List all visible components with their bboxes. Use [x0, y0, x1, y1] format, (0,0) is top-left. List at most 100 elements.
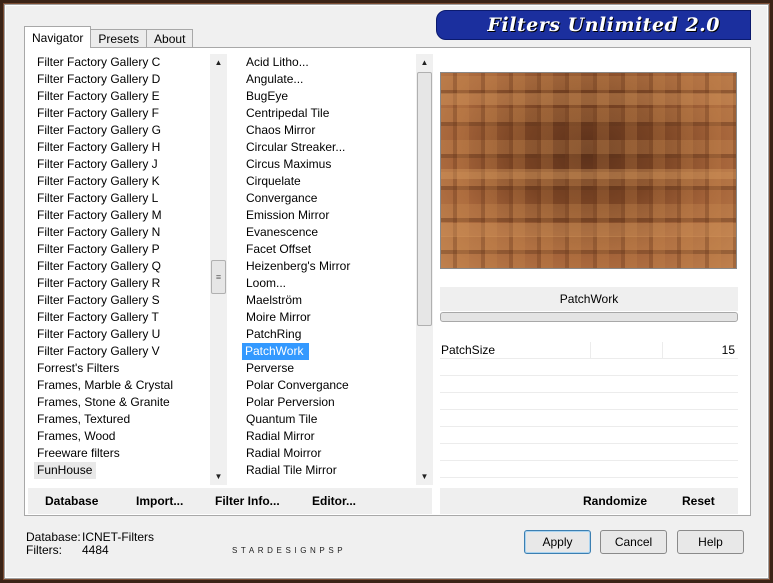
- cancel-button[interactable]: Cancel: [600, 530, 667, 554]
- list-item-label: Circular Streaker...: [246, 140, 346, 154]
- list-item-label: Circus Maximus: [246, 157, 332, 171]
- param-row-empty: [440, 359, 738, 376]
- list-item[interactable]: Filter Factory Gallery L: [25, 190, 210, 207]
- database-button[interactable]: Database: [45, 494, 98, 508]
- list-item[interactable]: Moire Mirror: [234, 309, 414, 326]
- list-item[interactable]: Circus Maximus: [234, 156, 414, 173]
- list-item[interactable]: Acid Litho...: [234, 54, 414, 71]
- list-item[interactable]: PatchRing: [234, 326, 414, 343]
- list-item[interactable]: PatchWork: [234, 343, 414, 360]
- list-item[interactable]: Filter Factory Gallery N: [25, 224, 210, 241]
- category-list[interactable]: Filter Factory Gallery C Filter Factory G…: [25, 54, 210, 485]
- list-item[interactable]: Forrest's Filters: [25, 360, 210, 377]
- list-item[interactable]: Polar Convergance: [234, 377, 414, 394]
- list-item-label: Evanescence: [246, 225, 319, 239]
- scroll-thumb[interactable]: [417, 72, 432, 326]
- list-item[interactable]: Maelström: [234, 292, 414, 309]
- scroll-up-arrow-icon[interactable]: ▲: [416, 54, 433, 71]
- list-item[interactable]: Evanescence: [234, 224, 414, 241]
- list-item[interactable]: Filter Factory Gallery G: [25, 122, 210, 139]
- list-item[interactable]: Freeware filters: [25, 445, 210, 462]
- scroll-down-arrow-icon[interactable]: ▼: [210, 468, 227, 485]
- watermark-text: STARDESIGNPSP: [232, 546, 347, 555]
- list-item[interactable]: Filter Factory Gallery V: [25, 343, 210, 360]
- app-title: Filters Unlimited 2.0: [487, 14, 720, 36]
- list-item-label: Loom...: [246, 276, 287, 290]
- list-item[interactable]: BugEye: [234, 88, 414, 105]
- list-item-label: Polar Perversion: [246, 395, 335, 409]
- status-label: Database:: [26, 530, 81, 544]
- list-item[interactable]: Filter Factory Gallery K: [25, 173, 210, 190]
- list-item[interactable]: Perverse: [234, 360, 414, 377]
- status-label: Filters:: [26, 543, 62, 557]
- list-item[interactable]: Filter Factory Gallery T: [25, 309, 210, 326]
- list-item[interactable]: Cirquelate: [234, 173, 414, 190]
- list-item[interactable]: Chaos Mirror: [234, 122, 414, 139]
- filter-list[interactable]: Acid Litho... Angulate... BugEye Centripeda…: [234, 54, 414, 485]
- list-item-label: Maelström: [246, 293, 303, 307]
- list-item[interactable]: Centripedal Tile: [234, 105, 414, 122]
- list-item[interactable]: Frames, Marble & Crystal: [25, 377, 210, 394]
- list-item-label: Frames, Wood: [37, 429, 116, 443]
- scroll-down-arrow-icon[interactable]: ▼: [416, 468, 433, 485]
- list-item[interactable]: Filter Factory Gallery Q: [25, 258, 210, 275]
- list-item[interactable]: FunHouse: [25, 462, 210, 479]
- list-item[interactable]: Radial Tile Mirror: [234, 462, 414, 479]
- list-item[interactable]: Facet Offset: [234, 241, 414, 258]
- list-item[interactable]: Filter Factory Gallery J: [25, 156, 210, 173]
- list-item[interactable]: Convergance: [234, 190, 414, 207]
- list-item[interactable]: Filter Factory Gallery C: [25, 54, 210, 71]
- list-item[interactable]: Filter Factory Gallery D: [25, 71, 210, 88]
- list-item[interactable]: Emission Mirror: [234, 207, 414, 224]
- tab-label: Navigator: [32, 30, 84, 45]
- list-item[interactable]: Filter Factory Gallery S: [25, 292, 210, 309]
- list-item[interactable]: Filter Factory Gallery R: [25, 275, 210, 292]
- list-item[interactable]: Frames, Textured: [25, 411, 210, 428]
- editor-button[interactable]: Editor...: [312, 494, 356, 508]
- reset-button[interactable]: Reset: [682, 494, 715, 508]
- list-item-label: Filter Factory Gallery F: [37, 106, 160, 120]
- import-button[interactable]: Import...: [136, 494, 183, 508]
- help-button[interactable]: Help: [677, 530, 744, 554]
- param-row[interactable]: PatchSize 15: [440, 342, 738, 359]
- list-item[interactable]: Quantum Tile: [234, 411, 414, 428]
- status-database: Database:ICNET-Filters: [26, 530, 154, 544]
- list-item[interactable]: Angulate...: [234, 71, 414, 88]
- tab-navigator[interactable]: Navigator: [24, 26, 92, 48]
- scroll-thumb[interactable]: ≡: [211, 260, 226, 294]
- list-item[interactable]: Circular Streaker...: [234, 139, 414, 156]
- category-scrollbar[interactable]: ▲ ≡ ▼: [210, 54, 227, 485]
- status-value: 4484: [82, 543, 109, 557]
- tab-presets[interactable]: Presets: [90, 29, 148, 48]
- list-item[interactable]: Loom...: [234, 275, 414, 292]
- filter-scrollbar[interactable]: ▲ ▼: [416, 54, 433, 485]
- status-value: ICNET-Filters: [82, 530, 154, 544]
- list-item-label: Filter Factory Gallery K: [37, 174, 160, 188]
- list-item[interactable]: Filter Factory Gallery E: [25, 88, 210, 105]
- apply-button[interactable]: Apply: [524, 530, 591, 554]
- list-item[interactable]: Frames, Stone & Granite: [25, 394, 210, 411]
- list-item[interactable]: Polar Perversion: [234, 394, 414, 411]
- list-item-label: Filter Factory Gallery C: [37, 55, 161, 69]
- list-item[interactable]: Frames, Wood: [25, 428, 210, 445]
- list-item[interactable]: Heizenberg's Mirror: [234, 258, 414, 275]
- parameter-list: PatchSize 15: [440, 342, 738, 484]
- list-item-label: Filter Factory Gallery H: [37, 140, 161, 154]
- list-item[interactable]: Filter Factory Gallery P: [25, 241, 210, 258]
- list-item[interactable]: Filter Factory Gallery M: [25, 207, 210, 224]
- list-item[interactable]: Radial Moirror: [234, 445, 414, 462]
- tab-label: Presets: [98, 32, 140, 46]
- list-item-label: Filter Factory Gallery M: [37, 208, 162, 222]
- list-item[interactable]: Radial Mirror: [234, 428, 414, 445]
- list-item-label: BugEye: [246, 89, 289, 103]
- list-item-label: Filter Factory Gallery E: [37, 89, 160, 103]
- list-item[interactable]: Filter Factory Gallery U: [25, 326, 210, 343]
- list-item[interactable]: Filter Factory Gallery F: [25, 105, 210, 122]
- scroll-up-arrow-icon[interactable]: ▲: [210, 54, 227, 71]
- tab-about[interactable]: About: [146, 29, 194, 48]
- list-item-label: Convergance: [246, 191, 318, 205]
- randomize-button[interactable]: Randomize: [583, 494, 647, 508]
- list-item[interactable]: Filter Factory Gallery H: [25, 139, 210, 156]
- param-row-empty: [440, 461, 738, 478]
- filter-info-button[interactable]: Filter Info...: [215, 494, 280, 508]
